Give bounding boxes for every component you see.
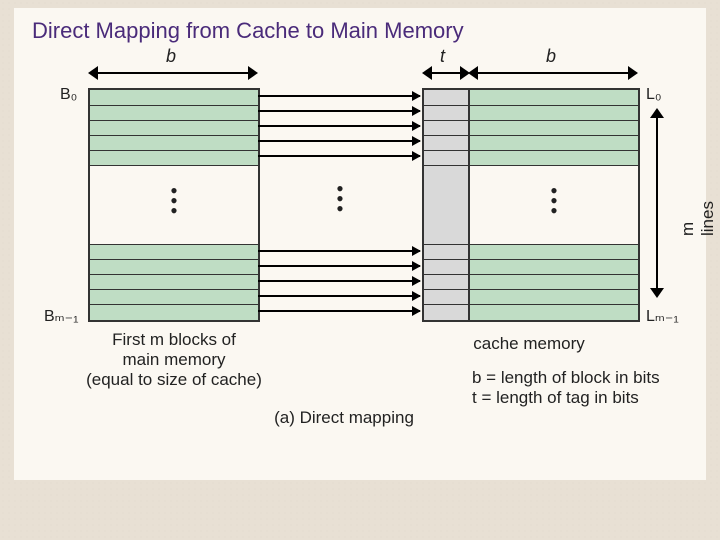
height-arrow-mlines [650,108,664,298]
width-arrow-t [422,66,470,80]
slide-title: Direct Mapping from Cache to Main Memory [32,18,464,44]
diagram-area: b t b ••• [14,56,706,476]
map-arrow [258,295,420,297]
caption-main-memory: First m blocks of main memory (equal to … [64,330,284,390]
map-arrow [258,310,420,312]
map-arrow [258,140,420,142]
figure-caption: (a) Direct mapping [214,408,474,428]
label-B0: B₀ [60,86,77,104]
legend: b = length of block in bits t = length o… [472,368,712,408]
ellipsis-cache: ••• [550,186,558,216]
legend-b: b = length of block in bits [472,368,660,387]
cache-block-column: ••• [468,88,640,322]
main-memory-block: ••• [88,88,260,322]
label-b-right: b [546,46,556,67]
caption-line: main memory [123,350,226,369]
map-arrow [258,250,420,252]
map-arrow [258,155,420,157]
ellipsis-arrows: ••• [336,184,344,214]
label-mlines: m lines [678,201,718,236]
caption-line: (equal to size of cache) [86,370,262,389]
label-b-left: b [166,46,176,67]
map-arrow [258,265,420,267]
label-Bm1: Bₘ₋₁ [44,306,78,326]
legend-t: t = length of tag in bits [472,388,639,407]
ellipsis-main: ••• [170,186,178,216]
caption-cache: cache memory [424,334,634,354]
label-Lm1: Lₘ₋₁ [646,306,679,326]
caption-line: First m blocks of [112,330,236,349]
label-t: t [440,46,445,67]
map-arrow [258,280,420,282]
width-arrow-b-right [468,66,638,80]
label-L0: L₀ [646,86,662,104]
map-arrow [258,125,420,127]
map-arrow [258,95,420,97]
width-arrow-b-left [88,66,258,80]
cache-tag-column [422,88,470,322]
map-arrow [258,110,420,112]
